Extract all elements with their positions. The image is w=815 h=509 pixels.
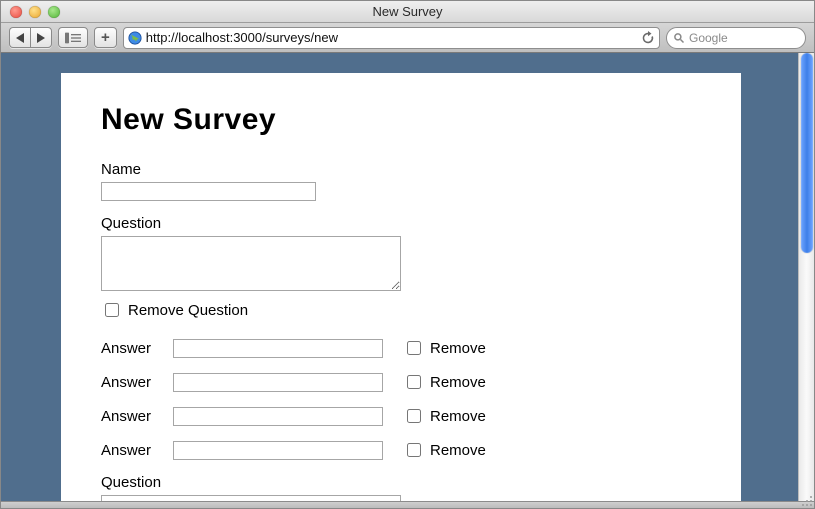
- question-field: Question Remove Question: [101, 215, 701, 320]
- add-bookmark-button[interactable]: +: [94, 27, 117, 48]
- answer-label: Answer: [101, 374, 163, 391]
- browser-toolbar: + http://localhost:3000/surveys/new Goog…: [1, 23, 814, 53]
- answer-input-4[interactable]: [173, 441, 383, 460]
- reader-button[interactable]: [58, 27, 88, 48]
- answer-row-3: Answer Remove: [101, 406, 701, 426]
- content-viewport: New Survey Name Question Remove Question…: [1, 53, 814, 501]
- reload-icon[interactable]: [641, 31, 655, 45]
- reader-icon: [65, 32, 81, 44]
- window-title: New Survey: [1, 4, 814, 19]
- status-bar: [1, 501, 814, 508]
- name-field: Name: [101, 161, 701, 201]
- answer-remove-label: Remove: [430, 374, 486, 391]
- back-button[interactable]: [9, 27, 30, 48]
- search-field[interactable]: Google: [666, 27, 806, 49]
- chevron-left-icon: [16, 33, 24, 43]
- globe-icon: [128, 31, 142, 45]
- name-input[interactable]: [101, 182, 316, 201]
- search-placeholder: Google: [689, 31, 728, 45]
- answer-label: Answer: [101, 340, 163, 357]
- question-label: Question: [101, 215, 701, 232]
- question-textarea[interactable]: [101, 236, 401, 291]
- answer-remove-label: Remove: [430, 340, 486, 357]
- answer-input-1[interactable]: [173, 339, 383, 358]
- answer-row-4: Answer Remove: [101, 440, 701, 460]
- answer-remove-checkbox-4[interactable]: [407, 443, 421, 457]
- window-titlebar: New Survey: [1, 1, 814, 23]
- forward-button[interactable]: [30, 27, 52, 48]
- question2-label: Question: [101, 474, 701, 491]
- answer-input-3[interactable]: [173, 407, 383, 426]
- answer-input-2[interactable]: [173, 373, 383, 392]
- resize-grip[interactable]: [801, 495, 813, 507]
- page-title: New Survey: [101, 103, 701, 137]
- answer-remove-label: Remove: [430, 408, 486, 425]
- answer-remove-label: Remove: [430, 442, 486, 459]
- answer-row-2: Answer Remove: [101, 372, 701, 392]
- answer-remove-checkbox-3[interactable]: [407, 409, 421, 423]
- answer-remove-checkbox-2[interactable]: [407, 375, 421, 389]
- nav-buttons: [9, 27, 52, 48]
- name-label: Name: [101, 161, 701, 178]
- vertical-scrollbar[interactable]: [798, 53, 814, 501]
- answer-row-1: Answer Remove: [101, 338, 701, 358]
- scrollbar-thumb[interactable]: [801, 53, 813, 253]
- question2-field: Question: [101, 474, 701, 501]
- chevron-right-icon: [37, 33, 45, 43]
- remove-question-label: Remove Question: [128, 302, 248, 319]
- answer-label: Answer: [101, 408, 163, 425]
- answer-label: Answer: [101, 442, 163, 459]
- answer-remove-checkbox-1[interactable]: [407, 341, 421, 355]
- remove-question-checkbox[interactable]: [105, 303, 119, 317]
- search-icon: [673, 32, 685, 44]
- page-body: New Survey Name Question Remove Question…: [61, 73, 741, 501]
- address-url: http://localhost:3000/surveys/new: [146, 30, 637, 45]
- address-bar[interactable]: http://localhost:3000/surveys/new: [123, 27, 660, 49]
- remove-question-row: Remove Question: [101, 300, 701, 320]
